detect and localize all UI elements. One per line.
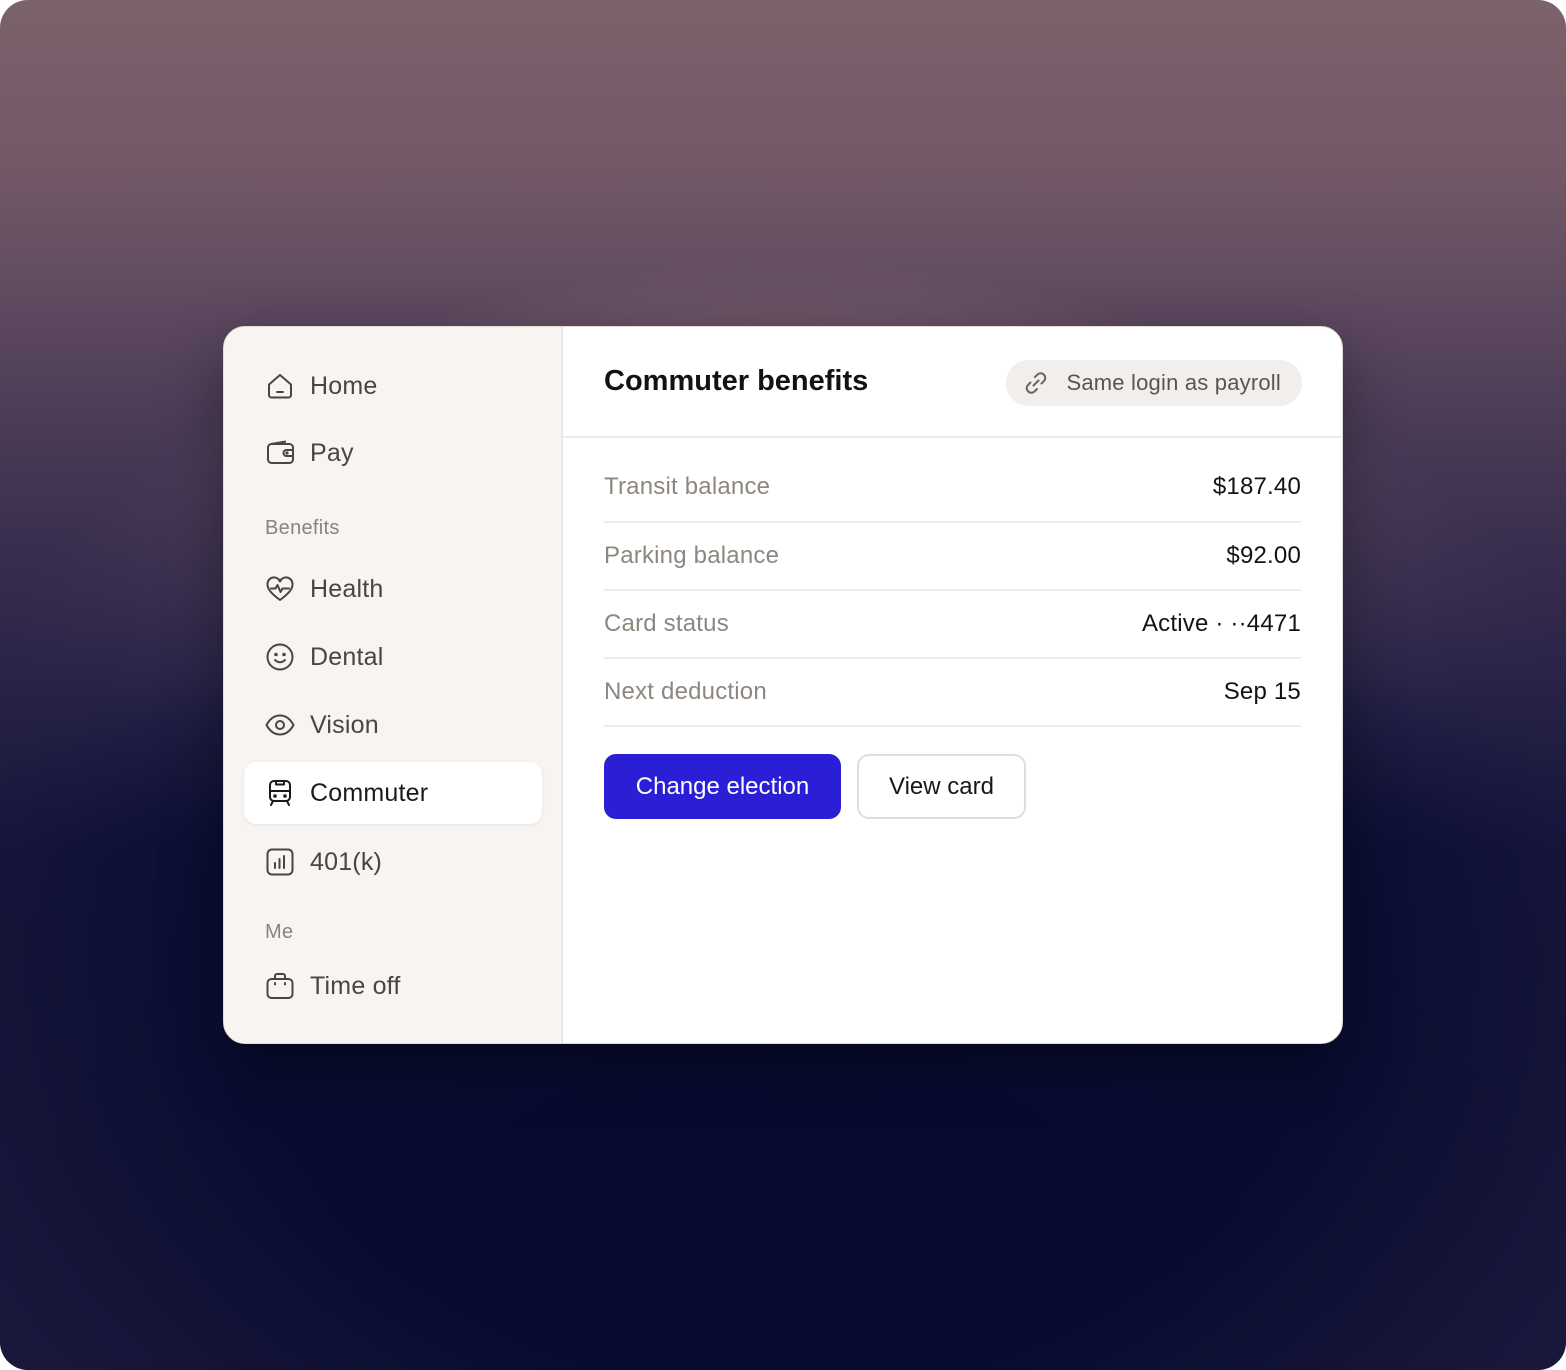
view-card-button[interactable]: View card xyxy=(857,754,1026,819)
desktop-background: Home Pay Benefits Health Dental Vision C… xyxy=(0,0,1566,1370)
same-login-badge: Same login as payroll xyxy=(1006,360,1302,406)
detail-value: $92.00 xyxy=(1226,542,1301,569)
same-login-label: Same login as payroll xyxy=(1066,370,1281,395)
sidebar-item-label: 401(k) xyxy=(310,847,383,876)
sidebar-item-label: Dental xyxy=(310,642,384,671)
sidebar-item-label: Vision xyxy=(310,710,379,739)
detail-label: Next deduction xyxy=(604,678,767,705)
sidebar-item-health[interactable]: Health xyxy=(244,558,542,620)
detail-value: Sep 15 xyxy=(1223,678,1301,705)
detail-row-parking-balance: Parking balance $92.00 xyxy=(604,523,1301,591)
detail-label: Transit balance xyxy=(604,473,771,500)
sidebar: Home Pay Benefits Health Dental Vision C… xyxy=(224,327,563,1043)
bar-chart-icon xyxy=(264,846,296,878)
sidebar-item-time-off[interactable]: Time off xyxy=(244,955,542,1017)
eye-icon xyxy=(264,709,296,741)
detail-value: $187.40 xyxy=(1212,473,1301,500)
train-icon xyxy=(264,777,296,809)
page-header: Commuter benefits Same login as payroll xyxy=(563,327,1342,438)
sidebar-item-401k[interactable]: 401(k) xyxy=(244,831,542,893)
sidebar-item-home[interactable]: Home xyxy=(244,355,542,417)
briefcase-icon xyxy=(264,970,296,1002)
heart-pulse-icon xyxy=(264,573,296,605)
section-label-me: Me xyxy=(265,921,294,943)
change-election-button[interactable]: Change election xyxy=(604,754,841,819)
detail-value: Active · ··4471 xyxy=(1141,610,1301,637)
detail-row-next-deduction: Next deduction Sep 15 xyxy=(604,659,1301,727)
action-bar: Change election View card xyxy=(604,754,1026,819)
sidebar-item-label: Pay xyxy=(310,438,354,467)
detail-label: Card status xyxy=(604,610,729,637)
sidebar-item-pay[interactable]: Pay xyxy=(244,422,542,484)
benefits-window: Home Pay Benefits Health Dental Vision C… xyxy=(223,326,1343,1044)
sidebar-item-commuter[interactable]: Commuter xyxy=(244,762,542,824)
sidebar-item-vision[interactable]: Vision xyxy=(244,694,542,756)
sidebar-item-label: Time off xyxy=(310,971,401,1000)
page-title: Commuter benefits xyxy=(604,365,869,397)
smile-icon xyxy=(264,641,296,673)
section-label-benefits: Benefits xyxy=(265,517,340,539)
wallet-icon xyxy=(264,437,296,469)
home-icon xyxy=(264,370,296,402)
detail-label: Parking balance xyxy=(604,542,780,569)
link-icon xyxy=(1022,369,1050,397)
main-panel: Commuter benefits Same login as payroll … xyxy=(563,327,1342,1043)
benefit-details: Transit balance $187.40 Parking balance … xyxy=(604,453,1301,727)
detail-row-transit-balance: Transit balance $187.40 xyxy=(604,453,1301,523)
detail-row-card-status: Card status Active · ··4471 xyxy=(604,591,1301,659)
sidebar-item-label: Home xyxy=(310,371,378,400)
sidebar-item-label: Health xyxy=(310,574,384,603)
sidebar-item-label: Commuter xyxy=(310,778,429,807)
sidebar-item-dental[interactable]: Dental xyxy=(244,626,542,688)
